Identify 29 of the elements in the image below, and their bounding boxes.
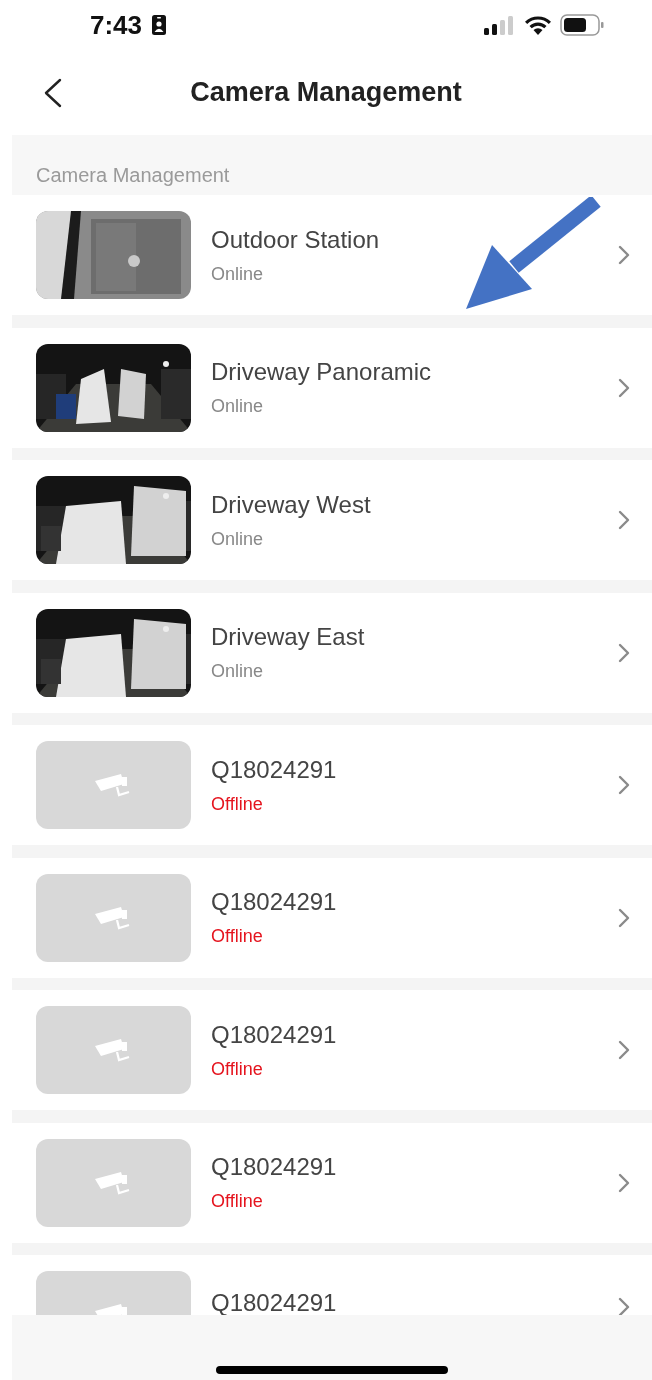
camera-row[interactable]: Q18024291 Offline (12, 857, 652, 978)
camera-name: Q18024291 (211, 888, 338, 916)
camera-status: Online (211, 528, 265, 550)
camera-row[interactable]: Q18024291 Offline (12, 990, 652, 1110)
camera-row[interactable]: Outdoor Station Online (12, 195, 652, 315)
camera-row[interactable]: Q18024291 Offline (12, 1122, 652, 1243)
camera-status: Online (211, 396, 265, 417)
camera-status: Offline (211, 926, 264, 947)
status-time: 7:43 (90, 9, 143, 41)
camera-name: Driveway East (211, 623, 366, 651)
camera-row[interactable]: Q18024291 Offline (12, 725, 652, 845)
camera-row[interactable]: Q18024291 (12, 1255, 652, 1315)
section-title: Camera Management (36, 164, 230, 187)
camera-name: Q18024291 (211, 1020, 338, 1049)
camera-status: Offline (211, 1058, 264, 1080)
camera-name: Q18024291 (211, 1153, 338, 1181)
camera-name: Driveway Panoramic (211, 358, 433, 386)
camera-status: Online (211, 661, 265, 682)
camera-status: Offline (211, 793, 264, 815)
camera-status: Offline (211, 1191, 264, 1212)
camera-row[interactable]: Driveway East Online (12, 592, 652, 713)
camera-name: Driveway West (211, 490, 372, 519)
camera-row[interactable]: Driveway Panoramic Online (12, 327, 652, 448)
camera-status: Online (211, 263, 265, 285)
camera-name: Outdoor Station (211, 225, 381, 254)
screen-title: Camera Management (190, 77, 462, 108)
camera-name: Q18024291 (211, 1289, 338, 1315)
camera-name: Q18024291 (211, 755, 338, 784)
camera-row[interactable]: Driveway West Online (12, 460, 652, 580)
